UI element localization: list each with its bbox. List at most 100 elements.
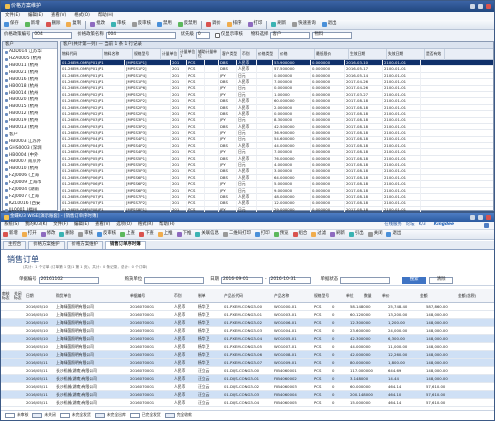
sales-grid-column-header[interactable]: 金额(含税)	[457, 289, 491, 303]
k3-menu-link[interactable]: K/3	[419, 222, 426, 227]
k3-toolbar-button[interactable]: 删除	[57, 230, 76, 239]
menu-item[interactable]: 帮助(H)	[98, 13, 114, 18]
toolbar-button[interactable]: 删除	[43, 20, 64, 29]
customer-tree-item[interactable]: FZJ0006 (上海	[3, 173, 57, 180]
sales-grid-column-header[interactable]: 数量	[363, 289, 381, 303]
minimize-icon[interactable]	[470, 4, 475, 9]
k3-toolbar-button[interactable]: 引出	[347, 230, 366, 239]
close-icon[interactable]	[486, 4, 491, 9]
customer-tree-item[interactable]: HB0004 (中外	[3, 152, 57, 159]
minimize-icon[interactable]	[470, 215, 475, 220]
toolbar-button[interactable]: 批改	[87, 20, 108, 29]
sales-order-row[interactable]: 2016/05/11 上海绿茵照明有限公司 2016070001 人民币 杨华卫 01.P…	[1, 359, 494, 367]
mode2-select[interactable]: 物料	[312, 32, 353, 39]
price-grid-column-header[interactable]: 计量单位	[161, 48, 179, 60]
customer-tree-item[interactable]: FZJ0009 上海市	[3, 180, 57, 187]
scheme-code-input[interactable]: 004	[32, 32, 73, 39]
sales-grid-column-header[interactable]: 产品长代码	[223, 289, 273, 303]
tab-3[interactable]: 销售订单序时簿	[104, 241, 146, 249]
menu-item[interactable]: 查看(V)	[51, 13, 66, 18]
k3-menu-item[interactable]: 帮助(H)	[159, 222, 175, 227]
date-from-input[interactable]: 2016-09-01	[220, 277, 263, 284]
toolbar-button[interactable]: 审核	[108, 20, 129, 29]
menu-item[interactable]: 文件(E)	[5, 13, 20, 18]
customer-tree-item[interactable]: HB0011 (杭州	[3, 63, 57, 70]
mode-select[interactable]: 客户	[270, 32, 311, 39]
toolbar-button[interactable]: 排序	[224, 20, 245, 29]
k3-menu-item[interactable]: 格式(R)	[138, 222, 153, 227]
customer-tree-item[interactable]: FZJ0004 (湖南	[3, 187, 57, 194]
price-grid-column-header[interactable]: 失效日期	[387, 48, 425, 60]
sales-order-row[interactable]: 2016/05/10 上海绿茵照明有限公司 2016070001 人民币 杨华卫 01.P…	[1, 311, 494, 319]
k3-menu-link[interactable]: 论坛	[406, 222, 415, 227]
k3-toolbar-button[interactable]: 预览	[272, 230, 291, 239]
k3-toolbar-button[interactable]: 组合	[291, 230, 310, 239]
priority-input[interactable]: 0	[195, 32, 210, 39]
sales-grid-column-header[interactable]: 审核标志	[1, 289, 13, 303]
toolbar-button[interactable]: 打印	[245, 20, 266, 29]
customer-tree-item[interactable]: HB0007 南京外	[3, 159, 57, 166]
price-grid-column-header[interactable]: 币别	[241, 48, 257, 60]
k3-toolbar-button[interactable]: 下推	[175, 230, 194, 239]
tab-2[interactable]: 价格方案维护	[66, 241, 103, 249]
price-grid-column-header[interactable]: 价格	[279, 48, 315, 60]
sales-order-row[interactable]: 2016/05/11 长沙机械(湖南)有限公司 2016070001 人民币 汪立云 01…	[1, 367, 494, 375]
clear-button[interactable]: 清除	[429, 277, 454, 284]
customer-tree-item[interactable]: GHS0003 (深圳	[3, 145, 57, 152]
k3-menu-item[interactable]: 系统(S)	[4, 222, 19, 227]
k3-menu-item[interactable]: 文件(F)	[53, 222, 68, 227]
k3-toolbar-button[interactable]: 过滤	[309, 230, 328, 239]
sales-order-row[interactable]: 2016/05/10 上海绿茵照明有限公司 2016070001 人民币 杨华卫 01.P…	[1, 351, 494, 359]
k3-toolbar-button[interactable]: 关闭	[366, 230, 385, 239]
k3-toolbar-button[interactable]: 反审核	[95, 230, 118, 239]
audit-checkbox[interactable]	[214, 33, 220, 38]
k3-toolbar-button[interactable]: 上查	[118, 230, 137, 239]
k3-menu-item[interactable]: 查看(V)	[95, 222, 110, 227]
customer-tree-item[interactable]: HB0014 (杭州	[3, 90, 57, 97]
price-grid-column-header[interactable]: 计量单位1	[179, 48, 197, 60]
customer-tree-item[interactable]: HB0016 (杭州	[3, 77, 57, 84]
k3-toolbar-button[interactable]: 关联信息	[193, 230, 221, 239]
price-grid-column-header[interactable]: 物料名称	[103, 48, 133, 60]
sales-order-row[interactable]: 2016/05/10 上海绿茵照明有限公司 2016070001 人民币 杨华卫 01.P…	[1, 303, 494, 311]
maximize-icon[interactable]	[478, 215, 483, 220]
toolbar-button[interactable]: 禁用	[154, 20, 175, 29]
sales-order-row[interactable]: 2016/05/11 长沙机械(湖南)有限公司 2016070001 人民币 汪立云 01…	[1, 375, 494, 383]
customer-tree-item[interactable]: HZA0005 (杭州	[3, 56, 57, 63]
toolbar-button[interactable]: 退出	[319, 20, 340, 29]
customer-tree-item[interactable]: ADD014 江苏华	[3, 49, 57, 56]
k3-toolbar-button[interactable]: 退出	[384, 230, 403, 239]
toolbar-button[interactable]: 反审核	[129, 20, 154, 29]
toolbar-button[interactable]: 刷新	[268, 20, 289, 29]
sales-order-row[interactable]: 2016/05/11 长沙机械(湖南)有限公司 2016070001 人民币 汪立云 01…	[1, 391, 494, 399]
tab-1[interactable]: 价格方案维护	[28, 241, 65, 249]
price-grid-column-header[interactable]: 客户类型	[221, 48, 241, 60]
customer-tree-item[interactable]: HB0019 (杭州	[3, 118, 57, 125]
toolbar-button[interactable]: 新增	[22, 20, 43, 29]
price-grid-column-header[interactable]: 规格型号	[133, 48, 161, 60]
sales-order-row[interactable]: 2016/05/11 长沙机械(湖南)有限公司 2016070001 人民币 汪立云 01…	[1, 383, 494, 391]
k3-toolbar-button[interactable]: 刷新	[328, 230, 347, 239]
sales-grid-column-header[interactable]: 单据编号	[129, 289, 173, 303]
price-grid-column-header[interactable]: 物料代码	[61, 48, 103, 60]
toolbar-button[interactable]: 快速查询	[289, 20, 319, 29]
toolbar-button[interactable]: 复制	[63, 20, 84, 29]
sales-grid-column-header[interactable]: 币别	[173, 289, 197, 303]
toolbar-button[interactable]: 保存	[1, 20, 22, 29]
sales-grid-column-header[interactable]: 规格型号	[313, 289, 345, 303]
close-icon[interactable]	[486, 215, 491, 220]
tab-0[interactable]: 主控台	[3, 241, 27, 249]
customer-tree-item[interactable]: HB0021 (杭州	[3, 70, 57, 77]
menu-item[interactable]: 格式(O)	[74, 13, 90, 18]
price-grid-column-header[interactable]: 是否有效	[425, 48, 445, 60]
customer-tree-item[interactable]: HB0020 (杭州	[3, 97, 57, 104]
customer-tree-item[interactable]: HB0013 (杭州	[3, 125, 57, 132]
sales-grid-column-header[interactable]: 关闭标志	[13, 289, 25, 303]
sales-grid-column-header[interactable]: 单价	[381, 289, 419, 303]
price-grid-column-header[interactable]: 价格类型	[257, 48, 279, 60]
customer-tree-item[interactable]: HB0010 (杭州	[3, 166, 57, 173]
menu-item[interactable]: 编辑(E)	[28, 13, 43, 18]
price-grid-column-header[interactable]: 生效日期	[349, 48, 387, 60]
search-button[interactable]: 搜索	[402, 277, 427, 284]
customer-tree-item[interactable]: HB0015 (杭州	[3, 104, 57, 111]
